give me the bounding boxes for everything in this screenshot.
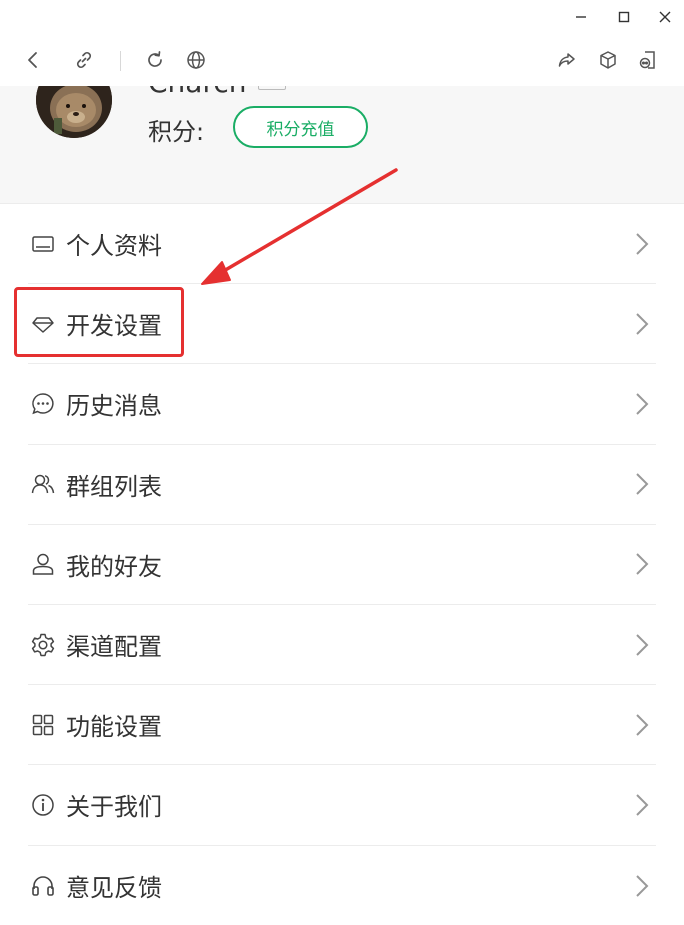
recharge-points-button[interactable]: 积分充值 (233, 106, 368, 148)
maximize-icon[interactable] (611, 4, 637, 30)
headset-icon (28, 871, 58, 901)
avatar[interactable] (36, 86, 112, 138)
chevron-right-icon (636, 874, 649, 897)
menu-item-features[interactable]: 功能设置 (28, 685, 656, 766)
chevron-right-icon (636, 313, 649, 335)
menu-item-groups[interactable]: 群组列表 (28, 445, 656, 525)
points-label: 积分: (148, 118, 205, 146)
menu-item-label: 渠道配置 (66, 633, 162, 662)
chevron-right-icon (636, 232, 649, 255)
user-badge (258, 86, 286, 90)
username: Charch (148, 86, 247, 99)
chevron-right-icon (636, 714, 649, 736)
cube-icon[interactable] (594, 46, 622, 74)
browser-toolbar (0, 34, 684, 86)
device-icon[interactable] (634, 46, 662, 74)
menu-item-friends[interactable]: 我的好友 (28, 525, 656, 605)
menu-item-dev-settings[interactable]: 开发设置 (28, 284, 656, 365)
link-icon[interactable] (70, 46, 98, 74)
id-card-icon (28, 229, 58, 259)
window-title-bar (0, 0, 684, 34)
menu-item-history[interactable]: 历史消息 (28, 364, 656, 445)
menu-item-label: 我的好友 (66, 552, 162, 581)
menu-item-label: 历史消息 (66, 392, 162, 421)
menu-item-label: 开发设置 (66, 312, 162, 341)
back-icon[interactable] (19, 46, 47, 74)
profile-header: Charch 积分: 积分充值 (0, 86, 684, 204)
menu-item-about[interactable]: 关于我们 (28, 765, 656, 846)
user-icon (28, 549, 58, 579)
refresh-icon[interactable] (141, 46, 169, 74)
chevron-right-icon (636, 473, 649, 495)
menu-item-label: 群组列表 (66, 472, 162, 501)
menu-item-feedback[interactable]: 意见反馈 (28, 846, 656, 925)
menu-item-label: 关于我们 (66, 793, 162, 822)
grid-icon (28, 710, 58, 740)
menu-item-profile[interactable]: 个人资料 (28, 204, 656, 285)
menu-item-label: 个人资料 (66, 232, 162, 261)
diamond-icon (28, 309, 58, 339)
gear-icon (28, 630, 58, 660)
info-icon (28, 790, 58, 820)
menu-item-label: 意见反馈 (66, 874, 162, 903)
chat-bubble-icon (28, 389, 58, 419)
chevron-right-icon (636, 794, 649, 816)
settings-menu: 个人资料 开发设置 历史消息 群组列表 我的好友 渠道配置 功能设置 关于我们 … (0, 204, 684, 925)
menu-item-channel-config[interactable]: 渠道配置 (28, 605, 656, 686)
toolbar-divider (120, 51, 121, 71)
chevron-right-icon (636, 553, 649, 576)
minimize-icon[interactable] (568, 4, 594, 30)
globe-icon[interactable] (182, 46, 210, 74)
close-icon[interactable] (652, 4, 678, 30)
menu-item-label: 功能设置 (66, 713, 162, 742)
share-icon[interactable] (553, 46, 581, 74)
chevron-right-icon (636, 633, 649, 656)
chevron-right-icon (636, 393, 649, 415)
group-icon (28, 469, 58, 499)
